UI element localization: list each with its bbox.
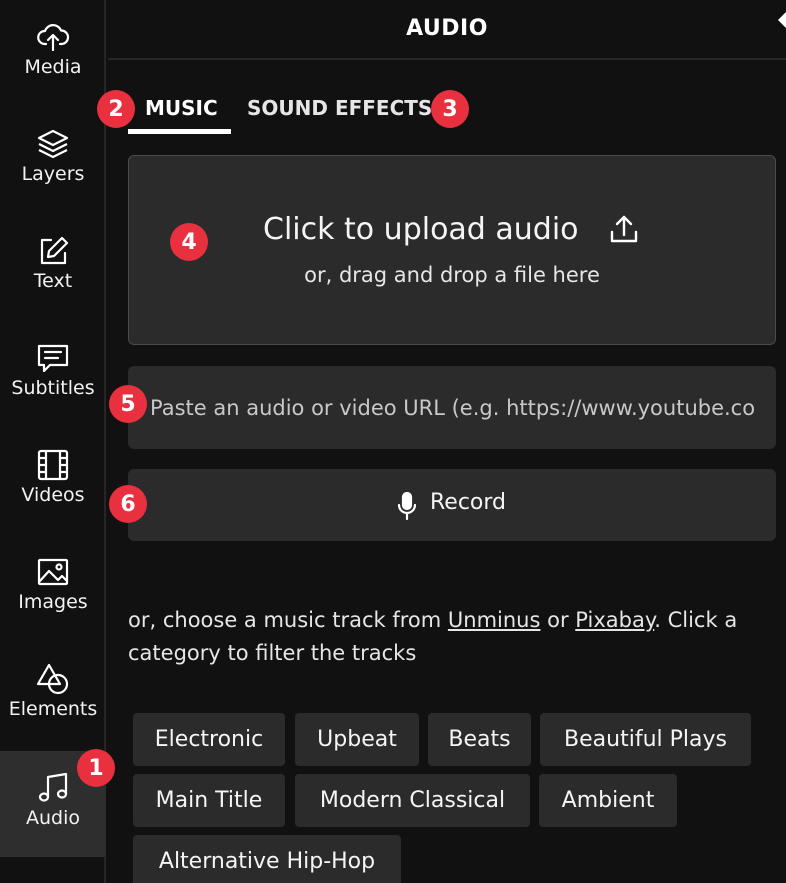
sidebar-item-text[interactable]: Text [0, 214, 106, 320]
audio-url-input[interactable] [128, 366, 776, 449]
badge-6: 6 [109, 485, 147, 523]
record-button[interactable]: Record [128, 469, 776, 541]
category-chip-electronic[interactable]: Electronic [133, 713, 285, 766]
unminus-link[interactable]: Unminus [448, 608, 541, 632]
sidebar-item-label: Text [33, 270, 73, 292]
category-chip-beautiful-plays[interactable]: Beautiful Plays [540, 713, 751, 766]
upload-title: Click to upload audio [263, 212, 579, 247]
collapse-arrow-icon[interactable] [778, 12, 786, 28]
badge-2: 2 [97, 90, 135, 128]
pixabay-link[interactable]: Pixabay [575, 608, 654, 632]
category-chip-beats[interactable]: Beats [428, 713, 531, 766]
sidebar-item-label: Media [24, 56, 82, 78]
panel-header: AUDIO [108, 0, 786, 60]
active-tab-indicator [128, 129, 231, 134]
music-note-icon [36, 771, 70, 805]
microphone-icon [396, 491, 418, 521]
subtitles-icon [36, 341, 70, 375]
sidebar-item-images[interactable]: Images [0, 535, 106, 641]
sidebar-item-layers[interactable]: Layers [0, 107, 106, 213]
sidebar-item-label: Audio [25, 807, 80, 829]
category-chip-modern-classical[interactable]: Modern Classical [295, 774, 530, 827]
tab-music[interactable]: MUSIC [145, 96, 218, 120]
sidebar-item-media[interactable]: Media [0, 0, 106, 106]
badge-5: 5 [109, 385, 147, 423]
sidebar-item-label: Videos [21, 484, 85, 506]
layers-icon [36, 127, 70, 161]
badge-4: 4 [170, 223, 208, 261]
edit-icon [36, 234, 70, 268]
category-chip-main-title[interactable]: Main Title [133, 774, 285, 827]
panel-title: AUDIO [406, 16, 488, 41]
category-chip-upbeat[interactable]: Upbeat [295, 713, 419, 766]
info-text: or, choose a music track from [128, 608, 448, 632]
film-icon [36, 448, 70, 482]
upload-icon [607, 212, 641, 246]
category-chip-ambient[interactable]: Ambient [539, 774, 677, 827]
upload-subtitle: or, drag and drop a file here [304, 263, 600, 287]
sidebar-item-label: Images [18, 591, 88, 613]
info-text: or [540, 608, 576, 632]
category-chip-alternative-hip-hop[interactable]: Alternative Hip-Hop [133, 835, 401, 883]
image-icon [36, 555, 70, 589]
sidebar-item-videos[interactable]: Videos [0, 428, 106, 534]
sidebar-item-label: Subtitles [11, 377, 95, 399]
sidebar-item-elements[interactable]: Elements [0, 642, 106, 748]
upload-audio-dropzone[interactable]: Click to upload audio or, drag and drop … [128, 155, 776, 345]
badge-1: 1 [77, 749, 115, 787]
sidebar-item-label: Layers [21, 163, 85, 185]
music-source-info: or, choose a music track from Unminus or… [128, 604, 778, 670]
shapes-icon [36, 662, 70, 696]
badge-3: 3 [431, 90, 469, 128]
record-label: Record [430, 490, 507, 515]
sidebar-item-subtitles[interactable]: Subtitles [0, 321, 106, 427]
sidebar-item-label: Elements [8, 698, 98, 720]
tab-sound-effects[interactable]: SOUND EFFECTS [247, 96, 432, 120]
upload-cloud-icon [36, 20, 70, 54]
